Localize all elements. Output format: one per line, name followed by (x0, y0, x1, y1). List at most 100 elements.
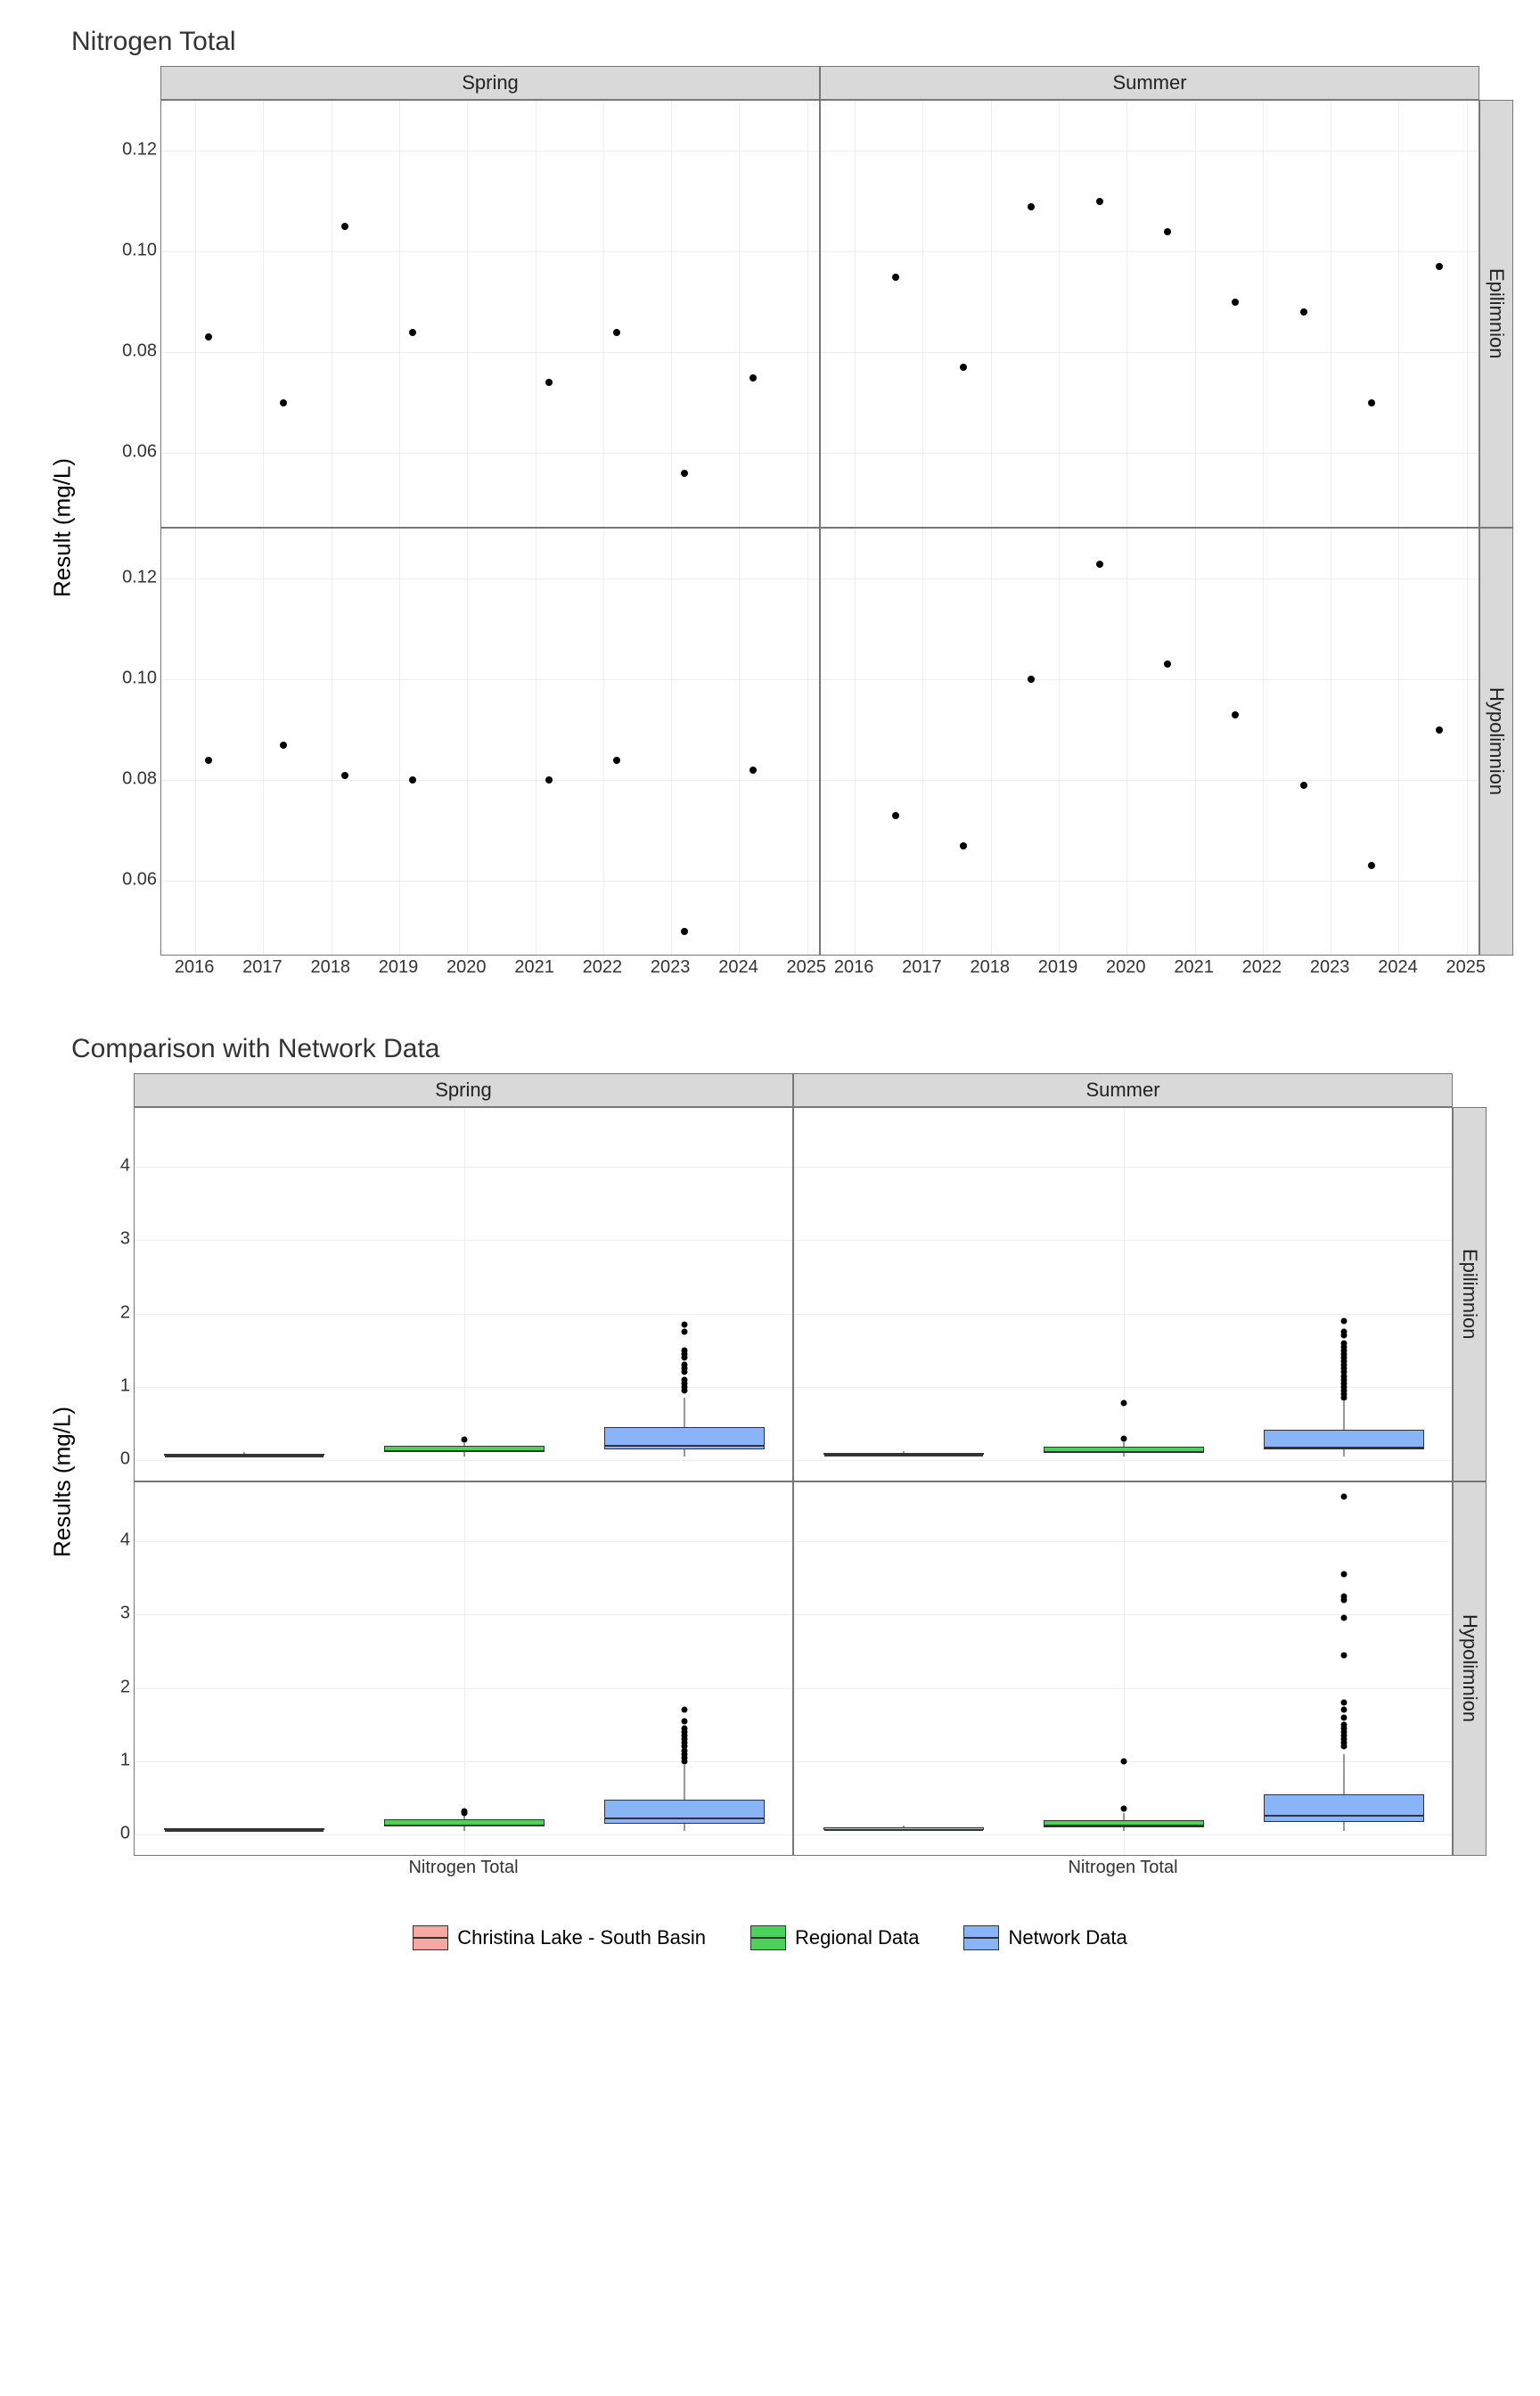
chart1-title: Nitrogen Total (71, 27, 1522, 57)
data-point (613, 757, 620, 764)
data-point (341, 223, 348, 230)
chart-panel (160, 528, 820, 956)
data-point (1096, 198, 1103, 205)
outlier-point (681, 1718, 687, 1724)
outlier-point (1340, 1707, 1347, 1713)
x-tick: 2021 (514, 957, 554, 978)
data-point (1368, 399, 1375, 406)
data-point (280, 742, 287, 749)
outlier-point (462, 1808, 468, 1814)
outlier-point (681, 1321, 687, 1327)
outlier-point (1121, 1435, 1127, 1441)
x-tick: 2025 (1446, 957, 1486, 978)
chart-panel (820, 528, 1479, 956)
outlier-point (1340, 1652, 1347, 1658)
outlier-point (1340, 1593, 1347, 1599)
data-point (1436, 726, 1443, 734)
data-point (1368, 862, 1375, 869)
x-tick: 2016 (175, 957, 215, 978)
outlier-point (681, 1362, 687, 1368)
boxplot-box (1044, 1447, 1204, 1453)
boxplot-box (604, 1427, 765, 1449)
outlier-point (1340, 1714, 1347, 1720)
facet-strip-row: Hypolimnion (1453, 1481, 1487, 1856)
data-point (1028, 203, 1035, 210)
outlier-point (1340, 1700, 1347, 1706)
x-tick: 2017 (242, 957, 283, 978)
data-point (205, 333, 212, 341)
outlier-point (681, 1329, 687, 1335)
facet-strip-row: Hypolimnion (1479, 528, 1513, 956)
y-tick: 1 (120, 1750, 130, 1770)
chart-panel (134, 1107, 793, 1481)
facet-strip-row: Epilimnion (1479, 100, 1513, 528)
y-tick-gutter: 0.060.080.100.12 (80, 528, 160, 956)
legend-label: Regional Data (795, 1926, 919, 1949)
x-tick: 2019 (1038, 957, 1078, 978)
y-tick: 3 (120, 1604, 130, 1624)
x-tick: 2024 (718, 957, 758, 978)
y-tick-gutter: 0.060.080.100.12 (80, 100, 160, 528)
y-tick: 1 (120, 1375, 130, 1396)
x-tick: 2022 (583, 957, 623, 978)
outlier-point (1340, 1615, 1347, 1621)
data-point (960, 842, 967, 849)
data-point (960, 364, 967, 371)
boxplot-box (1264, 1430, 1424, 1449)
x-tick: 2023 (1310, 957, 1350, 978)
legend-label: Christina Lake - South Basin (457, 1926, 706, 1949)
x-tick: 2020 (1106, 957, 1146, 978)
x-tick-gutter: Nitrogen Total (134, 1856, 793, 1890)
outlier-point (1340, 1721, 1347, 1727)
y-tick: 0.12 (122, 568, 157, 588)
y-tick-gutter: 01234 (80, 1107, 134, 1481)
boxplot-box (1264, 1794, 1424, 1822)
data-point (1300, 782, 1307, 789)
x-tick: 2017 (902, 957, 942, 978)
data-point (681, 470, 688, 477)
chart1-facet-grid: Result (mg/L)SpringSummerEpilimnionHypol… (45, 66, 1522, 989)
y-tick: 0.06 (122, 870, 157, 890)
chart-panel (793, 1107, 1453, 1481)
legend-key (963, 1925, 999, 1950)
outlier-point (681, 1707, 687, 1713)
legend-key (750, 1925, 786, 1950)
x-tick: Nitrogen Total (408, 1858, 518, 1878)
outlier-point (1121, 1400, 1127, 1407)
outlier-point (681, 1347, 687, 1353)
y-tick: 2 (120, 1302, 130, 1323)
data-point (545, 776, 553, 784)
legend-item: Network Data (963, 1925, 1126, 1950)
y-tick: 0.12 (122, 140, 157, 160)
y-tick: 0 (120, 1824, 130, 1844)
chart2-facet-grid: Results (mg/L)SpringSummerEpilimnionHypo… (45, 1073, 1522, 1890)
x-tick: 2016 (834, 957, 874, 978)
data-point (1232, 711, 1239, 718)
y-tick: 0.10 (122, 241, 157, 261)
data-point (681, 928, 688, 935)
y-tick: 0 (120, 1449, 130, 1470)
y-tick: 0.08 (122, 769, 157, 790)
boxplot-box (164, 1828, 324, 1830)
x-tick: Nitrogen Total (1068, 1858, 1177, 1878)
facet-strip-col: Spring (134, 1073, 793, 1107)
data-point (1096, 561, 1103, 568)
outlier-point (1121, 1806, 1127, 1812)
x-tick-gutter: 2016201720182019202020212022202320242025 (160, 956, 820, 989)
boxplot-box (823, 1827, 984, 1829)
data-point (892, 274, 899, 281)
data-point (750, 374, 757, 382)
outlier-point (681, 1376, 687, 1383)
boxplot-box (823, 1453, 984, 1455)
data-point (341, 772, 348, 779)
y-tick: 2 (120, 1677, 130, 1697)
chart-panel (134, 1481, 793, 1856)
y-tick: 4 (120, 1530, 130, 1550)
x-tick: 2021 (1174, 957, 1214, 978)
outlier-point (1340, 1329, 1347, 1335)
chart-panel (820, 100, 1479, 528)
y-tick-gutter: 0 1 2 3 4 (80, 1481, 134, 1856)
legend-item: Christina Lake - South Basin (413, 1925, 706, 1950)
y-tick: 4 (120, 1155, 130, 1176)
x-tick: 2019 (379, 957, 419, 978)
